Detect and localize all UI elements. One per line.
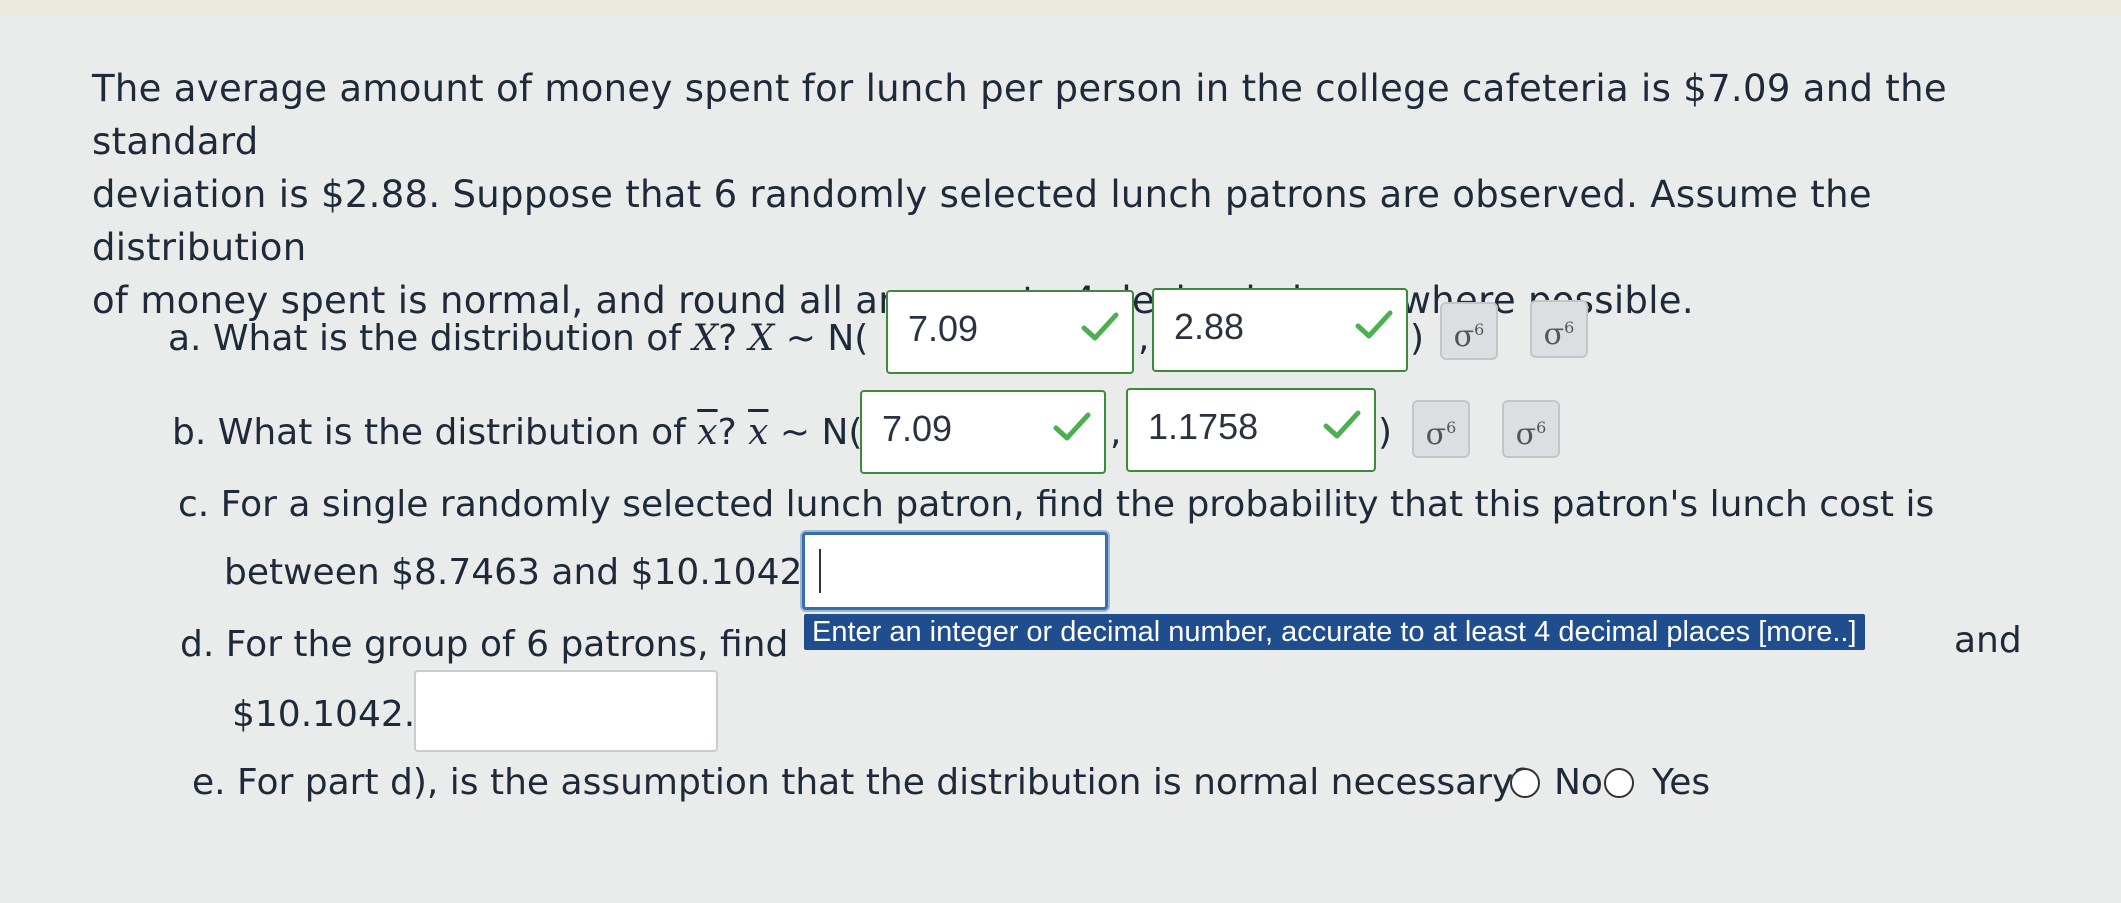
text-caret: [819, 549, 821, 593]
input-hint-tooltip: Enter an integer or decimal number, accu…: [804, 614, 1865, 650]
part-d-line-1-end: and: [1954, 620, 2022, 661]
part-a-prefix: a. What is the distribution of: [168, 318, 681, 359]
part-a-qmark: ?: [718, 318, 738, 359]
part-b-question: b. What is the distribution of x? x ~ N(: [172, 412, 862, 453]
problem-line-1: The average amount of money spent for lu…: [92, 67, 1947, 163]
radio-yes[interactable]: [1604, 768, 1634, 798]
part-b-variable: x: [697, 412, 718, 453]
part-a-mean-value: 7.09: [908, 308, 979, 349]
sigma-icon[interactable]: σ6: [1530, 300, 1588, 358]
part-a-variable: X: [692, 318, 719, 359]
checkmark-icon: [1323, 410, 1361, 439]
part-b-close: ): [1378, 412, 1393, 453]
part-a-dist: ~ N(: [785, 318, 869, 359]
part-c-line-2: between $8.7463 and $10.1042.: [224, 552, 814, 593]
part-d-line-1-start: d. For the group of 6 patrons, find: [180, 624, 789, 665]
top-strip: [0, 0, 2121, 14]
part-a-close: ): [1410, 318, 1425, 359]
part-b-mean-input[interactable]: 7.09: [860, 390, 1106, 474]
problem-statement: The average amount of money spent for lu…: [92, 62, 2082, 327]
part-b-dist: ~ N(: [779, 412, 863, 453]
part-a-sd-value: 2.88: [1174, 306, 1245, 347]
checkmark-icon: [1355, 310, 1393, 339]
part-b-prefix: b. What is the distribution of: [172, 412, 686, 453]
part-b-variable-2: x: [748, 412, 769, 453]
part-a-variable-2: X: [748, 318, 775, 359]
radio-no[interactable]: [1510, 768, 1540, 798]
part-b-sd-input[interactable]: 1.1758: [1126, 388, 1376, 472]
part-d-line-2: $10.1042.: [232, 694, 416, 735]
part-d-answer-input[interactable]: [414, 670, 718, 752]
part-a-sd-input[interactable]: 2.88: [1152, 288, 1408, 372]
sigma-icon[interactable]: σ6: [1502, 400, 1560, 458]
sigma-icon[interactable]: σ6: [1412, 400, 1470, 458]
sigma-icon[interactable]: σ6: [1440, 302, 1498, 360]
radio-yes-label[interactable]: Yes: [1652, 762, 1710, 803]
part-c-answer-input[interactable]: [802, 532, 1108, 610]
part-b-mean-value: 7.09: [882, 408, 953, 449]
part-b-comma: ,: [1110, 412, 1122, 453]
checkmark-icon: [1081, 312, 1119, 341]
part-a-question: a. What is the distribution of X? X ~ N(: [168, 318, 868, 359]
problem-line-2: deviation is $2.88. Suppose that 6 rando…: [92, 173, 1872, 269]
part-a-mean-input[interactable]: 7.09: [886, 290, 1134, 374]
part-b-sd-value: 1.1758: [1148, 406, 1259, 447]
checkmark-icon: [1053, 412, 1091, 441]
part-b-qmark: ?: [717, 412, 737, 453]
radio-no-label[interactable]: No: [1554, 762, 1603, 803]
part-a-comma: ,: [1138, 318, 1150, 359]
part-c-line-1: c. For a single randomly selected lunch …: [178, 484, 1935, 525]
part-e-question: e. For part d), is the assumption that t…: [192, 762, 1533, 803]
